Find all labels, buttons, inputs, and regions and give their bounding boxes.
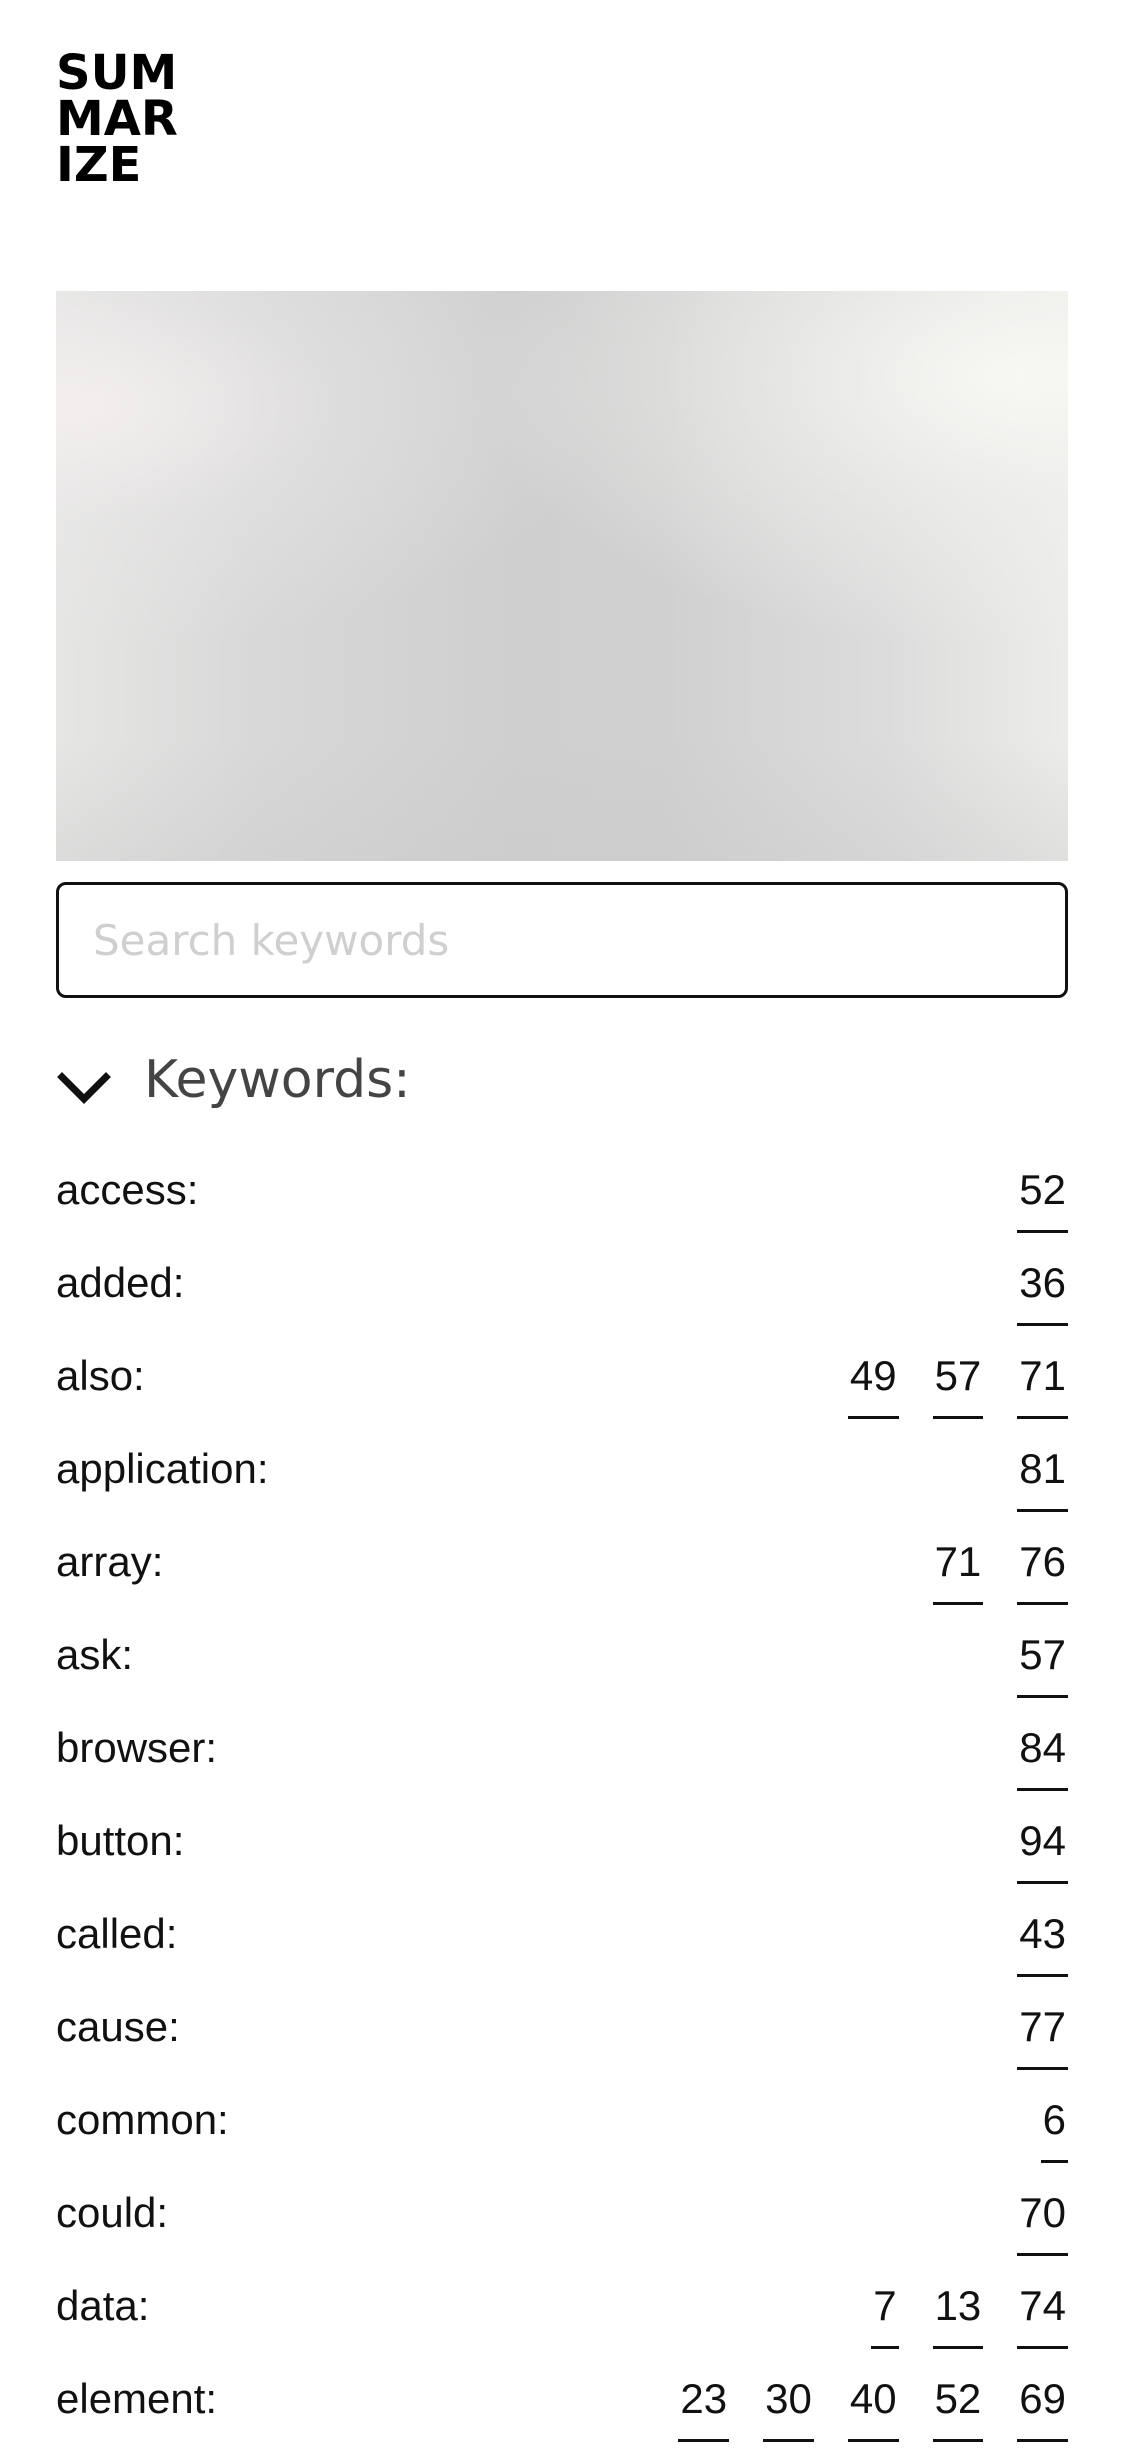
keyword-refs: 43 <box>1017 1894 1068 1977</box>
keywords-title: Keywords: <box>144 1050 411 1110</box>
keyword-refs: 57 <box>1017 1615 1068 1698</box>
keyword-row: ask: 57 <box>56 1615 1068 1708</box>
keyword-row: array: 71 76 <box>56 1522 1068 1615</box>
keyword-row: cause: 77 <box>56 1987 1068 2080</box>
keyword-row: added: 36 <box>56 1243 1068 1336</box>
search-box <box>56 882 1068 998</box>
keyword-ref-link[interactable]: 30 <box>763 2359 814 2442</box>
keyword-ref-link[interactable]: 52 <box>932 2359 984 2442</box>
keyword-ref-link[interactable]: 70 <box>1017 2173 1068 2256</box>
logo-line-1: SUM <box>56 45 178 101</box>
keyword-label: browser: <box>56 1724 218 1771</box>
keyword-row: access: 52 <box>56 1150 1068 1243</box>
keyword-label: element: <box>56 2375 218 2422</box>
keyword-row: application: 81 <box>56 1429 1068 1522</box>
keyword-label: added: <box>56 1259 185 1306</box>
keyword-refs: 49 57 71 <box>847 1336 1068 1419</box>
keywords-toggle[interactable]: Keywords: <box>56 1040 411 1120</box>
keyword-ref-link[interactable]: 52 <box>1017 1150 1068 1233</box>
keyword-ref-link[interactable]: 49 <box>847 1336 899 1419</box>
keyword-row: button: 94 <box>56 1801 1068 1894</box>
keyword-ref-link[interactable]: 69 <box>1017 2359 1068 2442</box>
keyword-label: application: <box>56 1445 269 1492</box>
keyword-ref-link[interactable]: 77 <box>1017 1987 1068 2070</box>
keyword-refs: 7 13 74 <box>871 2266 1068 2349</box>
keyword-ref-link[interactable]: 57 <box>1017 1615 1068 1698</box>
keyword-row: common: 6 <box>56 2080 1068 2173</box>
keyword-row: element: 23 30 40 52 69 <box>56 2359 1068 2452</box>
logo-line-2: MAR <box>56 91 178 147</box>
keyword-ref-link[interactable]: 6 <box>1040 2080 1068 2163</box>
keyword-refs: 81 <box>1017 1429 1068 1512</box>
keyword-ref-link[interactable]: 71 <box>1017 1336 1068 1419</box>
app-logo[interactable]: SUM MAR IZE <box>56 45 178 193</box>
search-input[interactable] <box>59 885 1065 995</box>
keyword-label: array: <box>56 1538 164 1585</box>
keyword-ref-link[interactable]: 76 <box>1017 1522 1068 1605</box>
keyword-label: also: <box>56 1352 145 1399</box>
keyword-ref-link[interactable]: 23 <box>678 2359 730 2442</box>
keyword-refs: 84 <box>1017 1708 1068 1791</box>
keyword-ref-link[interactable]: 74 <box>1017 2266 1068 2349</box>
keyword-ref-link[interactable]: 84 <box>1017 1708 1068 1791</box>
keyword-label: common: <box>56 2096 229 2143</box>
keyword-list: access: 52 added: 36 also: 49 57 71 application:… <box>56 1150 1068 2452</box>
keyword-ref-link[interactable]: 36 <box>1017 1243 1068 1326</box>
video-player[interactable] <box>56 291 1068 861</box>
keyword-row: called: 43 <box>56 1894 1068 1987</box>
keyword-row: data: 7 13 74 <box>56 2266 1068 2359</box>
keyword-ref-link[interactable]: 40 <box>847 2359 899 2442</box>
chevron-down-icon[interactable] <box>56 1061 112 1117</box>
keyword-refs: 94 <box>1017 1801 1068 1884</box>
keyword-refs: 52 <box>1017 1150 1068 1233</box>
keyword-label: data: <box>56 2282 150 2329</box>
keyword-label: could: <box>56 2189 169 2236</box>
keyword-label: called: <box>56 1910 178 1957</box>
keyword-label: ask: <box>56 1631 134 1678</box>
keyword-ref-link[interactable]: 94 <box>1017 1801 1068 1884</box>
keyword-ref-link[interactable]: 81 <box>1017 1429 1068 1512</box>
keyword-refs: 77 <box>1017 1987 1068 2070</box>
keyword-refs: 23 30 40 52 69 <box>678 2359 1068 2442</box>
keyword-ref-link[interactable]: 71 <box>932 1522 984 1605</box>
keyword-label: cause: <box>56 2003 180 2050</box>
keyword-row: browser: 84 <box>56 1708 1068 1801</box>
keyword-ref-link[interactable]: 13 <box>932 2266 984 2349</box>
keyword-ref-link[interactable]: 7 <box>871 2266 899 2349</box>
keyword-refs: 36 <box>1017 1243 1068 1326</box>
keyword-refs: 70 <box>1017 2173 1068 2256</box>
keyword-refs: 6 <box>1040 2080 1068 2163</box>
logo-line-3: IZE <box>56 137 142 193</box>
keyword-refs: 71 76 <box>932 1522 1068 1605</box>
keyword-row: also: 49 57 71 <box>56 1336 1068 1429</box>
keyword-row: could: 70 <box>56 2173 1068 2266</box>
keyword-ref-link[interactable]: 57 <box>932 1336 984 1419</box>
keyword-ref-link[interactable]: 43 <box>1017 1894 1068 1977</box>
keyword-label: button: <box>56 1817 185 1864</box>
keyword-label: access: <box>56 1166 199 1213</box>
